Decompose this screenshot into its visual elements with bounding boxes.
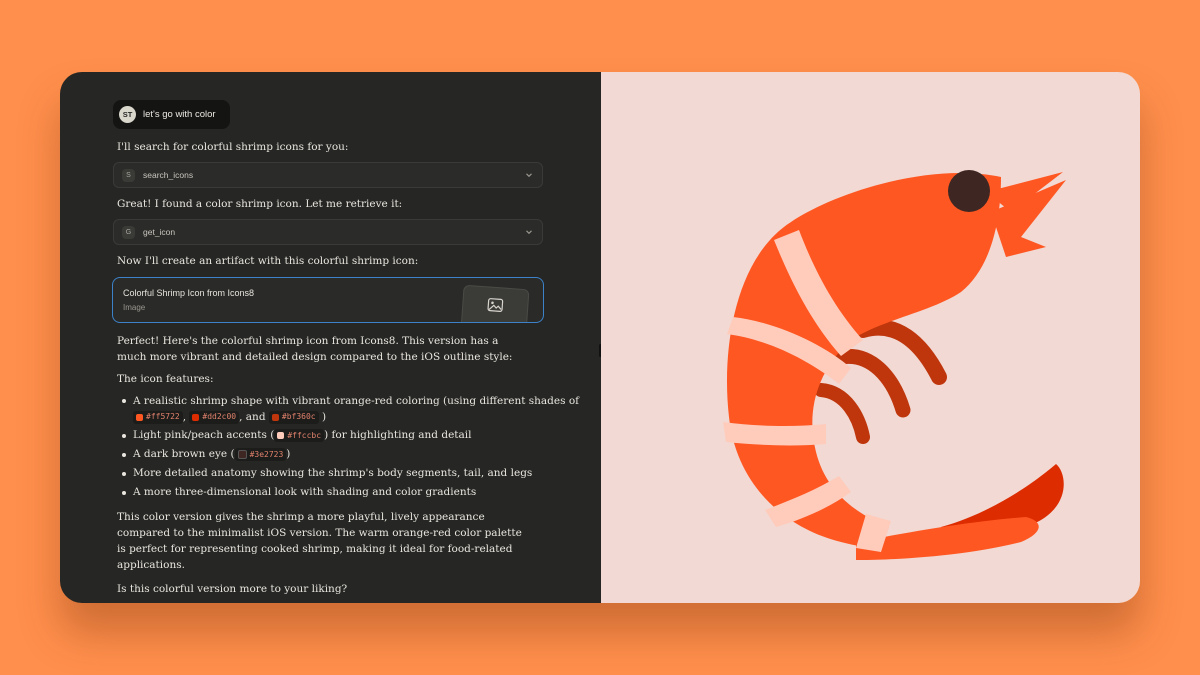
list-item: A more three-dimensional look with shadi… <box>122 483 601 502</box>
list-item: More detailed anatomy showing the shrimp… <box>122 464 601 483</box>
artifact-thumbnail <box>460 284 530 322</box>
color-swatch <box>136 413 143 421</box>
assistant-summary: This color version gives the shrimp a mo… <box>117 511 522 571</box>
color-swatch <box>237 449 247 459</box>
tool-badge: S <box>122 168 135 182</box>
assistant-question: Is this colorful version more to your li… <box>117 583 348 595</box>
user-message-text: let's go with color <box>143 109 216 120</box>
color-code-3e2723: #3e2723 <box>234 447 287 461</box>
assistant-search-intro: I'll search for colorful shrimp icons fo… <box>117 141 349 153</box>
color-code-ff5722: #ff5722 <box>133 410 183 424</box>
features-intro: The icon features: <box>117 373 214 385</box>
image-icon <box>487 298 504 312</box>
color-swatch <box>192 413 200 421</box>
tool-call-get-icon[interactable]: G get_icon <box>113 219 543 245</box>
artifact-preview <box>601 72 1140 603</box>
assistant-create: Now I'll create an artifact with this co… <box>117 255 419 267</box>
avatar: ST <box>119 106 136 123</box>
features-list: A realistic shrimp shape with vibrant or… <box>117 391 601 502</box>
assistant-found: Great! I found a color shrimp icon. Let … <box>117 198 403 210</box>
tool-name: search_icons <box>143 170 194 180</box>
chat-panel: ST let's go with color I'll search for c… <box>60 72 602 603</box>
artifact-card[interactable]: Colorful Shrimp Icon from Icons8 Image <box>112 277 544 323</box>
app-window: ST let's go with color I'll search for c… <box>60 72 1140 603</box>
color-code-bf360c: #bf360c <box>268 410 319 424</box>
chevron-down-icon[interactable] <box>524 227 534 237</box>
color-swatch <box>271 413 279 421</box>
user-message: ST let's go with color <box>113 100 230 129</box>
chevron-down-icon[interactable] <box>524 170 534 180</box>
list-item: A realistic shrimp shape with vibrant or… <box>122 391 601 426</box>
list-item: Light pink/peach accents (#ffccbc) for h… <box>122 426 601 445</box>
shrimp-icon <box>723 170 1066 560</box>
list-item: A dark brown eye (#3e2723) <box>122 445 601 464</box>
tool-name: get_icon <box>143 227 176 237</box>
tool-call-search-icons[interactable]: S search_icons <box>113 162 543 188</box>
tool-badge: G <box>122 225 135 239</box>
color-swatch <box>277 431 285 439</box>
color-code-dd2c00: #dd2c00 <box>189 410 240 424</box>
color-code-ffccbc: #ffccbc <box>274 428 325 442</box>
assistant-perfect: Perfect! Here's the colorful shrimp icon… <box>117 335 513 363</box>
